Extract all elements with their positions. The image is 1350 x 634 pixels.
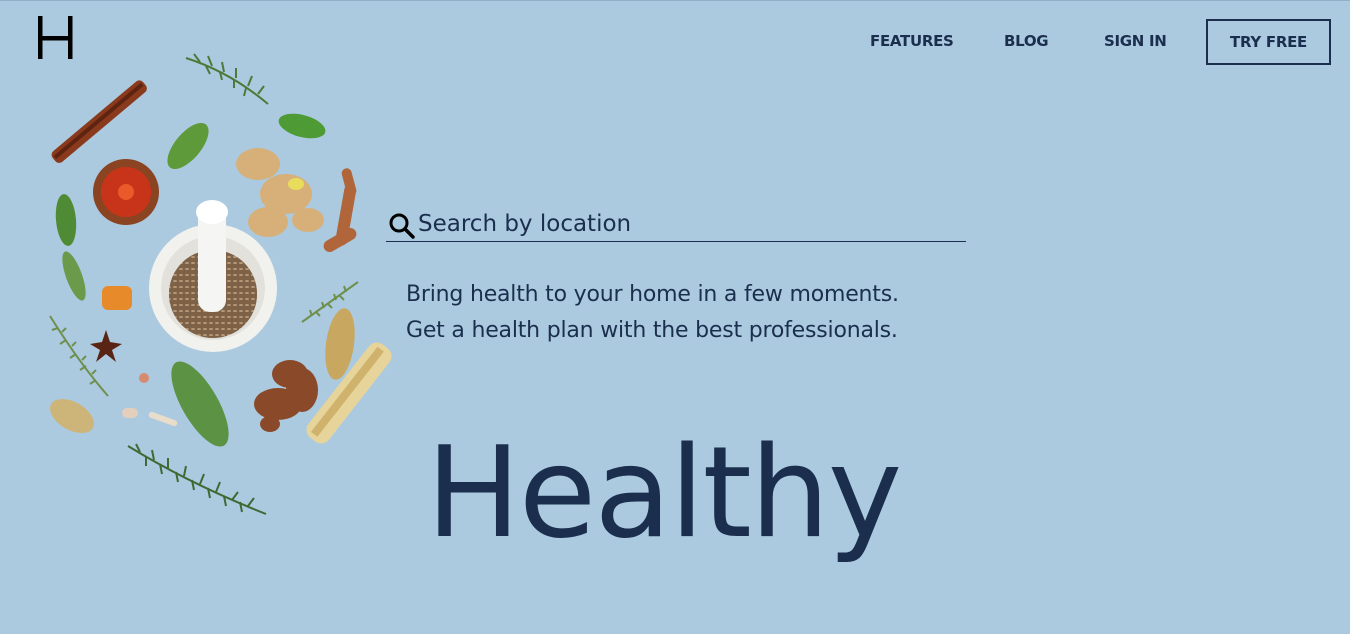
nav-sign-in-link[interactable]: SIGN IN <box>1104 32 1167 50</box>
tagline: Bring health to your home in a few momen… <box>406 277 966 349</box>
bay-leaf-icon <box>50 398 94 434</box>
turmeric-cube-icon <box>102 286 132 310</box>
cinnamon-stick-icon <box>51 80 147 163</box>
tagline-line-2: Get a health plan with the best professi… <box>406 318 898 343</box>
galangal-root-icon <box>254 360 318 432</box>
rosemary-top-icon <box>185 53 269 105</box>
leaf-icon <box>62 251 86 301</box>
search-input[interactable] <box>418 208 958 240</box>
search-icon[interactable] <box>388 212 416 240</box>
ginger-root-icon <box>236 148 324 237</box>
location-search <box>386 206 966 242</box>
hero-title: Healthy <box>426 419 902 566</box>
leaf-icon <box>167 122 209 170</box>
nav-features-link[interactable]: FEATURES <box>870 32 954 50</box>
leaf-icon <box>278 113 326 139</box>
nav-blog-link[interactable]: BLOG <box>1004 32 1049 50</box>
dried-citrus-icon <box>93 159 159 225</box>
herbs-spices-illustration <box>49 53 392 515</box>
rosemary-bottom-icon <box>127 443 267 515</box>
try-free-button[interactable]: TRY FREE <box>1206 19 1331 65</box>
spice-shaving-icon <box>122 408 138 418</box>
leaf-icon <box>55 194 77 246</box>
spice-shaving-icon <box>148 411 178 427</box>
tagline-line-1: Bring health to your home in a few momen… <box>406 282 899 307</box>
sage-leaf-icon <box>171 361 229 447</box>
turmeric-root-icon <box>323 168 357 252</box>
spice-shaving-icon <box>139 373 149 383</box>
star-anise-icon <box>90 330 122 362</box>
